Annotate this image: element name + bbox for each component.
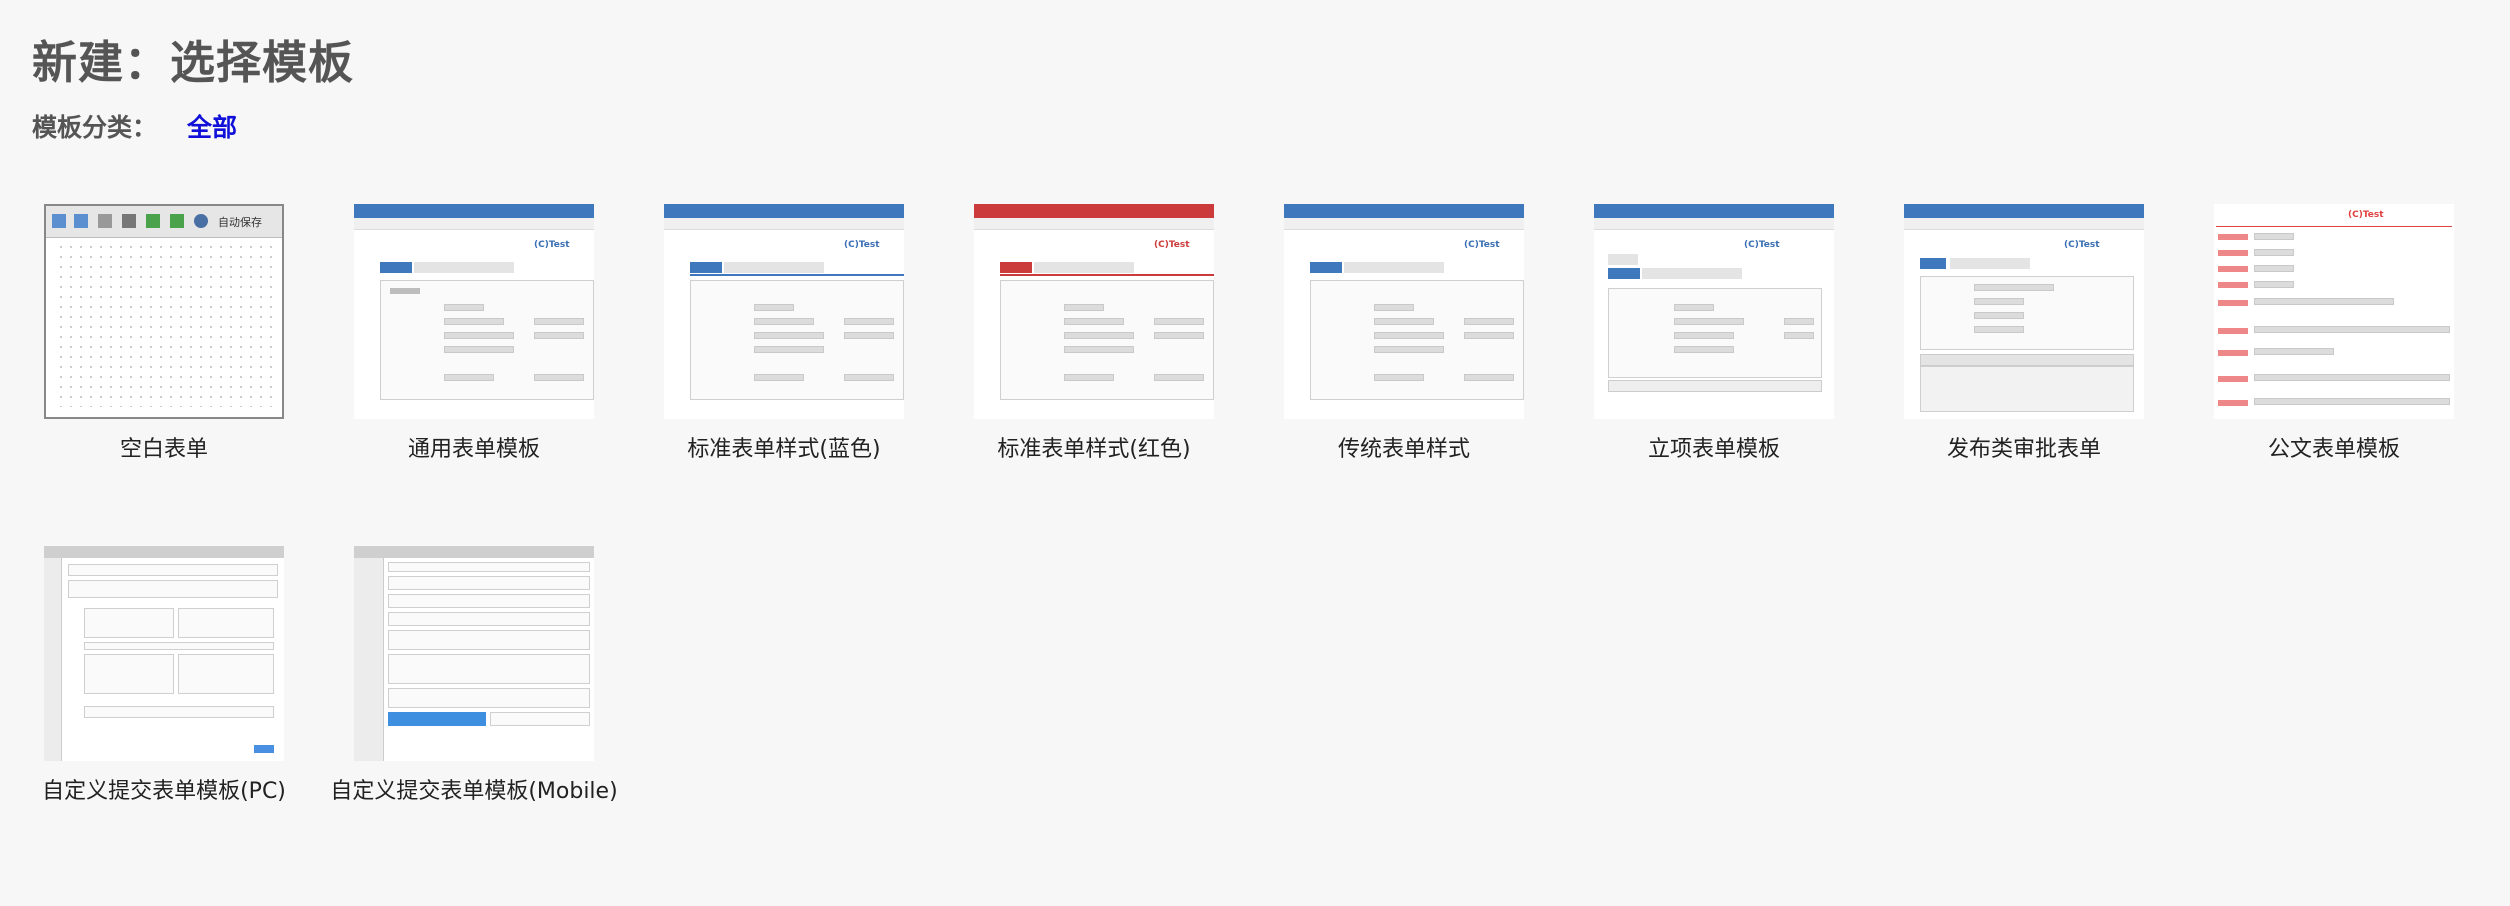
category-filter: 模板分类： 全部 xyxy=(32,108,237,144)
template-thumbnail[interactable] xyxy=(354,546,594,761)
template-label: 空白表单 xyxy=(119,437,208,462)
template-thumbnail[interactable]: (C)Test xyxy=(1284,204,1524,419)
thumbnail-title: (C)Test xyxy=(2064,240,2100,250)
template-thumbnail[interactable]: (C)Test xyxy=(1904,204,2144,419)
template-thumbnail[interactable]: 自动保存 xyxy=(44,204,284,419)
template-thumbnail[interactable]: (C)Test xyxy=(354,204,594,419)
template-thumbnail[interactable]: (C)Test xyxy=(1594,204,1834,419)
thumbnail-title: (C)Test xyxy=(534,240,570,250)
category-label: 模板分类： xyxy=(32,113,158,142)
page-title: 新建：选择模板 xyxy=(32,36,355,89)
template-thumbnail[interactable]: (C)Test xyxy=(664,204,904,419)
thumbnail-title: (C)Test xyxy=(844,240,880,250)
thumbnail-title: (C)Test xyxy=(1154,240,1190,250)
template-label: 标准表单样式(蓝色) xyxy=(687,437,881,462)
template-label: 标准表单样式(红色) xyxy=(997,437,1191,462)
template-thumbnail[interactable] xyxy=(44,546,284,761)
thumbnail-title: (C)Test xyxy=(1744,240,1780,250)
template-thumbnail[interactable]: (C)Test xyxy=(2214,204,2454,419)
template-label: 传统表单样式 xyxy=(1337,437,1470,462)
template-label: 自定义提交表单模板(Mobile) xyxy=(330,779,618,804)
template-label: 立项表单模板 xyxy=(1647,437,1780,462)
category-all-link[interactable]: 全部 xyxy=(187,108,237,144)
autosave-label: 自动保存 xyxy=(218,216,262,229)
thumbnail-title: (C)Test xyxy=(2348,210,2384,220)
template-label: 发布类审批表单 xyxy=(1946,437,2101,462)
toolbar-preview: 自动保存 xyxy=(46,206,282,238)
template-label: 公文表单模板 xyxy=(2267,437,2400,462)
template-thumbnail[interactable]: (C)Test xyxy=(974,204,1214,419)
thumbnail-title: (C)Test xyxy=(1464,240,1500,250)
template-label: 自定义提交表单模板(PC) xyxy=(42,779,286,804)
template-label: 通用表单模板 xyxy=(407,437,540,462)
